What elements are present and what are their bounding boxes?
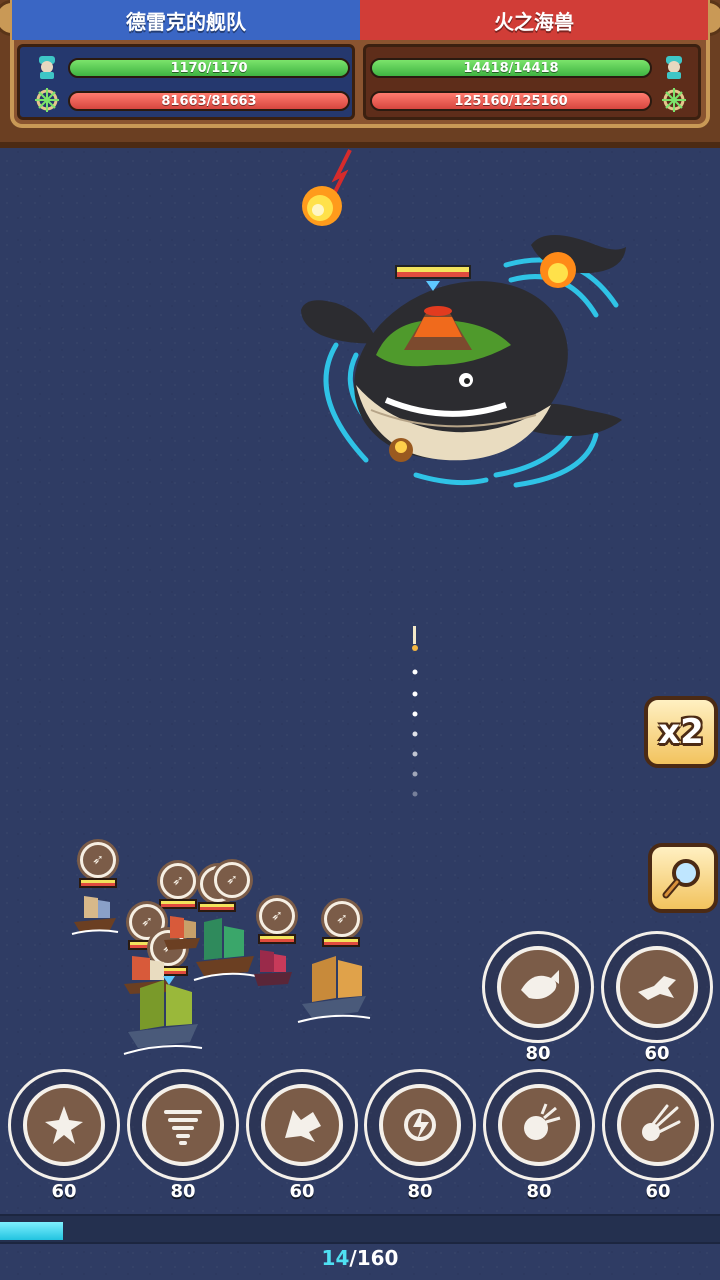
- skill-cost: 60: [645, 1181, 671, 1202]
- skill-cost: 80: [525, 1043, 551, 1064]
- skill-button-lightning-orb[interactable]: [364, 1069, 476, 1181]
- pirate-captain-icon: [33, 52, 61, 80]
- skill-button-explosion[interactable]: [483, 1069, 595, 1181]
- explosion-icon: [524, 1103, 561, 1140]
- energy-separator: /: [349, 1246, 357, 1270]
- left-team-name: 德雷克的舰队: [12, 0, 360, 40]
- player-ship[interactable]: [296, 950, 372, 1024]
- skill-cost: 80: [526, 1181, 552, 1202]
- boss-hp-fill: [397, 267, 469, 272]
- ship-wheel-icon: [33, 86, 61, 114]
- magnifier-icon: [662, 859, 700, 899]
- ship-skill-badge: ➶: [259, 898, 295, 934]
- battle-header: 德雷克的舰队 火之海兽 1170/1170 81663/81663 14418/…: [0, 0, 720, 148]
- ship-wheel-icon: [660, 86, 688, 114]
- ship-hp-bar: [159, 899, 197, 909]
- energy-progress-fill: [0, 1222, 63, 1240]
- ship-skill-badge: ➶: [160, 863, 196, 899]
- skill-button-wolf-head[interactable]: [246, 1069, 358, 1181]
- skill-button-tornado[interactable]: [127, 1069, 239, 1181]
- right-team-name: 火之海兽: [360, 0, 708, 40]
- dash-creature-icon: [638, 976, 676, 1000]
- starburst-icon: [45, 1106, 83, 1144]
- zoom-button[interactable]: [648, 843, 718, 913]
- right-fleet-hp-bar: 125160/125160: [370, 91, 652, 111]
- tornado-icon: [164, 1110, 202, 1145]
- cannon-shot-trail: [412, 626, 418, 797]
- player-ship[interactable]: [250, 944, 296, 990]
- flagship-marker-arrow: [163, 976, 175, 985]
- left-captain-hp-bar: 1170/1170: [68, 58, 350, 78]
- skill-button-whale-tail[interactable]: [482, 931, 594, 1043]
- skill-cost: 80: [170, 1181, 196, 1202]
- fireball-projectile: [302, 149, 352, 226]
- ship-hp-bar: [258, 934, 296, 944]
- skill-button-starburst[interactable]: [8, 1069, 120, 1181]
- speed-x2-button[interactable]: x2: [644, 696, 718, 768]
- ship-hp-bar: [322, 937, 360, 947]
- energy-progress-label: 14/160: [0, 1244, 720, 1272]
- ship-skill-badge: ➶: [214, 862, 250, 898]
- right-captain-hp-bar: 14418/14418: [370, 58, 652, 78]
- skill-cost: 60: [51, 1181, 77, 1202]
- ship-skill-badge: ➶: [80, 842, 116, 878]
- comet-icon: [642, 1104, 681, 1141]
- lightning-orb-icon: [404, 1109, 436, 1141]
- ship-skill-badge: ➶: [324, 901, 360, 937]
- energy-total: 160: [356, 1246, 399, 1270]
- player-flagship[interactable]: [122, 976, 204, 1056]
- boss-hp-bar: [395, 265, 471, 279]
- energy-progress-bar: [0, 1214, 720, 1244]
- pirate-captain-icon: [660, 52, 688, 80]
- boss-target-arrow: [426, 281, 440, 291]
- ship-hp-bar: [79, 878, 117, 888]
- left-fleet-hp-bar: 81663/81663: [68, 91, 350, 111]
- skill-cost: 60: [644, 1043, 670, 1064]
- player-ship[interactable]: [70, 888, 120, 936]
- skill-cost: 80: [407, 1181, 433, 1202]
- whale-tail-icon: [521, 970, 559, 999]
- skill-cost: 60: [289, 1181, 315, 1202]
- energy-current: 14: [321, 1246, 350, 1270]
- skill-button-dash-creature[interactable]: [601, 931, 713, 1043]
- skill-button-comet[interactable]: [602, 1069, 714, 1181]
- wolf-head-icon: [285, 1110, 321, 1142]
- player-ship[interactable]: [160, 910, 204, 954]
